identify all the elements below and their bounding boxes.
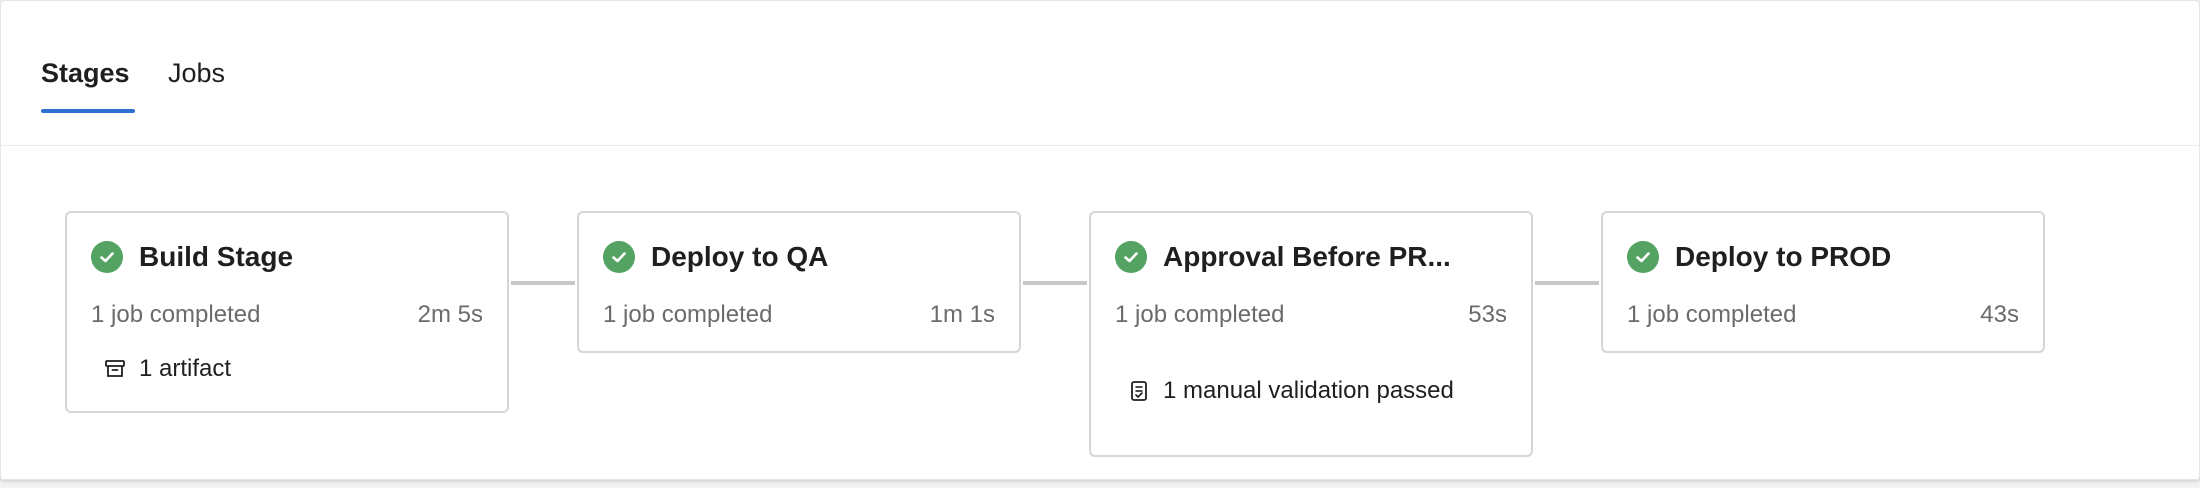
tab-stages[interactable]: Stages bbox=[41, 55, 130, 91]
manual-validation-label: 1 manual validation passed bbox=[1163, 377, 1454, 404]
stage-title: Approval Before PR... bbox=[1163, 241, 1451, 272]
stage-duration: 2m 5s bbox=[417, 301, 483, 328]
stage-connector bbox=[1023, 281, 1087, 285]
stage-status: 1 job completed bbox=[1627, 301, 1797, 328]
pipeline-run-panel: Stages Jobs Build Stage 1 job completed … bbox=[0, 0, 2200, 480]
tab-bar: Stages Jobs bbox=[1, 1, 2199, 146]
archive-icon bbox=[103, 357, 127, 381]
stage-card-approval[interactable]: Approval Before PR... 1 job completed 53… bbox=[1089, 211, 1533, 457]
stage-card-deploy-prod[interactable]: Deploy to PROD 1 job completed 43s bbox=[1601, 211, 2045, 353]
success-check-icon bbox=[1115, 241, 1147, 273]
tab-jobs[interactable]: Jobs bbox=[168, 55, 225, 91]
artifacts-link[interactable]: 1 artifact bbox=[103, 355, 231, 383]
active-tab-indicator bbox=[41, 109, 135, 113]
stage-duration: 43s bbox=[1980, 301, 2019, 328]
stage-duration: 1m 1s bbox=[929, 301, 995, 328]
stage-title: Build Stage bbox=[139, 241, 294, 272]
stage-header: Approval Before PR... bbox=[1115, 240, 1451, 274]
stage-duration: 53s bbox=[1468, 301, 1507, 328]
stage-title: Deploy to PROD bbox=[1675, 241, 1892, 272]
success-check-icon bbox=[1627, 241, 1659, 273]
stage-status: 1 job completed bbox=[91, 301, 261, 328]
stage-connector bbox=[511, 281, 575, 285]
stage-title: Deploy to QA bbox=[651, 241, 829, 272]
stage-card-deploy-qa[interactable]: Deploy to QA 1 job completed 1m 1s bbox=[577, 211, 1021, 353]
stage-header: Deploy to QA bbox=[603, 240, 828, 274]
stage-connector bbox=[1535, 281, 1599, 285]
stage-card-build[interactable]: Build Stage 1 job completed 2m 5s 1 arti… bbox=[65, 211, 509, 413]
success-check-icon bbox=[91, 241, 123, 273]
stage-status: 1 job completed bbox=[1115, 301, 1285, 328]
manual-validation-link[interactable]: 1 manual validation passed bbox=[1127, 377, 1454, 405]
stage-header: Deploy to PROD bbox=[1627, 240, 1891, 274]
artifacts-label: 1 artifact bbox=[139, 355, 232, 382]
stage-header: Build Stage bbox=[91, 240, 293, 274]
checklist-icon bbox=[1127, 379, 1151, 403]
stage-status: 1 job completed bbox=[603, 301, 773, 328]
success-check-icon bbox=[603, 241, 635, 273]
